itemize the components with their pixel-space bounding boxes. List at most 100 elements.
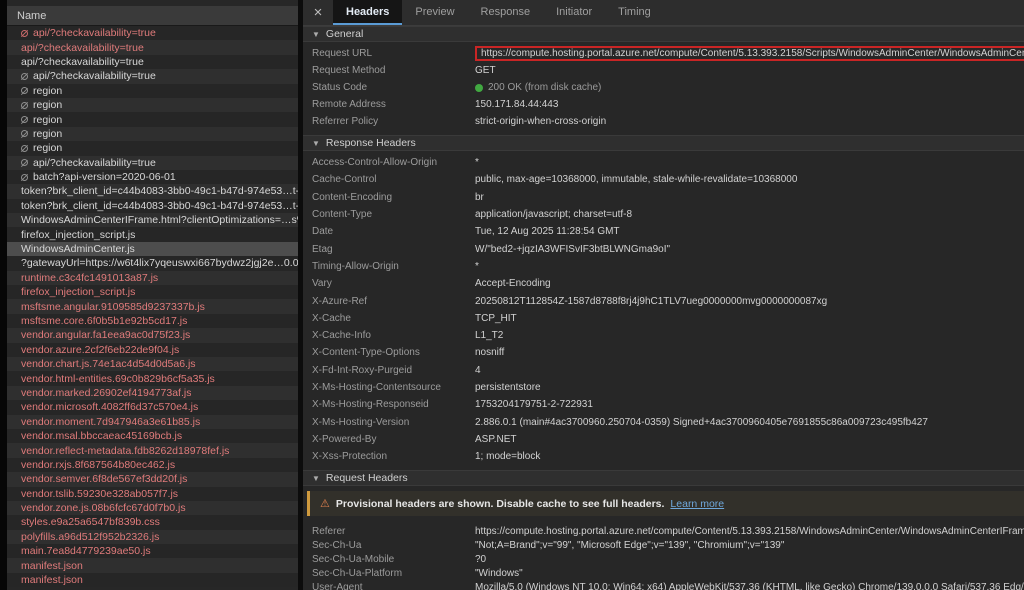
network-request-row[interactable]: vendor.angular.fa1eea9ac0d75f23.js: [7, 328, 298, 342]
header-name: Etag: [312, 244, 475, 255]
network-request-row[interactable]: vendor.msal.bbccaeac45169bcb.js: [7, 429, 298, 443]
network-request-row[interactable]: vendor.rxjs.8f687564b80ec462.js: [7, 458, 298, 472]
network-request-row[interactable]: token?brk_client_id=c44b4083-3bb0-49c1-b…: [7, 184, 298, 198]
network-request-row[interactable]: WindowsAdminCenterIFrame.html?clientOpti…: [7, 213, 298, 227]
network-request-row[interactable]: vendor.html-entities.69c0b829b6cf5a35.js: [7, 371, 298, 385]
header-value: 1; mode=block: [475, 451, 1024, 462]
header-name: X-Powered-By: [312, 434, 475, 445]
header-row: Request URL https://compute.hosting.port…: [303, 45, 1024, 62]
network-request-row[interactable]: api/?checkavailability=true: [7, 40, 298, 54]
network-request-row[interactable]: vendor.azure.2cf2f6eb22de9f04.js: [7, 343, 298, 357]
header-value: ?0: [475, 554, 1024, 565]
request-name-label: batch?api-version=2020-06-01: [33, 171, 176, 183]
header-value: public, max-age=10368000, immutable, sta…: [475, 174, 1024, 185]
network-request-row[interactable]: vendor.microsoft.4082ff6d37c570e4.js: [7, 400, 298, 414]
response-headers-section-header[interactable]: ▼ Response Headers: [303, 135, 1024, 151]
request-name-label: manifest.json: [21, 574, 83, 586]
blocked-request-icon: [21, 30, 28, 37]
header-value: nosniff: [475, 347, 1024, 358]
request-name-label: main.7ea8d4779239ae50.js: [21, 545, 151, 557]
network-request-row[interactable]: region: [7, 127, 298, 141]
details-tab[interactable]: Initiator: [543, 0, 605, 25]
response-header-rows: Access-Control-Allow-Origin * Cache-Cont…: [303, 151, 1024, 470]
blocked-request-icon: [21, 145, 28, 152]
network-request-row[interactable]: vendor.semver.6f8de567ef3dd20f.js: [7, 472, 298, 486]
header-row: Cache-Control public, max-age=10368000, …: [303, 171, 1024, 188]
request-name-label: WindowsAdminCenterIFrame.html?clientOpti…: [21, 214, 298, 226]
network-request-row[interactable]: ?gatewayUrl=https://w6t4lix7yqeuswxi667b…: [7, 256, 298, 270]
network-request-row[interactable]: batch?api-version=2020-06-01: [7, 170, 298, 184]
network-request-row[interactable]: vendor.marked.26902ef4194773af.js: [7, 386, 298, 400]
header-value: persistentstore: [475, 382, 1024, 393]
network-request-row[interactable]: manifest.json: [7, 558, 298, 572]
general-section-title: General: [326, 28, 363, 40]
header-row: Date Tue, 12 Aug 2025 11:28:54 GMT: [303, 223, 1024, 240]
network-request-row[interactable]: firefox_injection_script.js: [7, 285, 298, 299]
blocked-request-icon: [21, 102, 28, 109]
request-name-label: msftsme.core.6f0b5b1e92b5cd17.js: [21, 315, 187, 327]
network-request-row[interactable]: vendor.zone.js.08b6fcfc67d0f7b0.js: [7, 501, 298, 515]
network-request-row[interactable]: msftsme.core.6f0b5b1e92b5cd17.js: [7, 314, 298, 328]
network-request-row[interactable]: styles.e9a25a6547bf839b.css: [7, 515, 298, 529]
header-row: Status Code 200 OK (from disk cache): [303, 79, 1024, 96]
request-name-label: runtime.c3c4fc1491013a87.js: [21, 272, 158, 284]
provisional-headers-banner: ⚠ Provisional headers are shown. Disable…: [307, 491, 1024, 516]
header-value: https://compute.hosting.portal.azure.net…: [475, 46, 1024, 61]
header-row: Vary Accept-Encoding: [303, 275, 1024, 292]
network-request-row[interactable]: api/?checkavailability=true: [7, 26, 298, 40]
header-row: X-Azure-Ref 20250812T112854Z-1587d8788f8…: [303, 292, 1024, 309]
header-value: 4: [475, 365, 1024, 376]
header-name: X-Content-Type-Options: [312, 347, 475, 358]
network-request-row[interactable]: vendor.chart.js.74e1ac4d54d0d5a6.js: [7, 357, 298, 371]
details-tab[interactable]: Headers: [333, 0, 402, 25]
network-request-row[interactable]: manifest.json: [7, 573, 298, 587]
request-name-label: api/?checkavailability=true: [33, 27, 156, 39]
header-value: 150.171.84.44:443: [475, 99, 1024, 110]
network-request-row[interactable]: msftsme.angular.9109585d9237337b.js: [7, 299, 298, 313]
details-tab[interactable]: Response: [468, 0, 544, 25]
header-name: Cache-Control: [312, 174, 475, 185]
network-request-row[interactable]: vendor.tslib.59230e328ab057f7.js: [7, 487, 298, 501]
request-name-label: styles.e9a25a6547bf839b.css: [21, 516, 160, 528]
header-name: Content-Encoding: [312, 192, 475, 203]
network-request-row[interactable]: runtime.c3c4fc1491013a87.js: [7, 271, 298, 285]
network-request-row[interactable]: vendor.moment.7d947946a3e61b85.js: [7, 415, 298, 429]
header-value: 2.886.0.1 (main#4ac3700960.250704-0359) …: [475, 417, 1024, 428]
request-name-label: token?brk_client_id=c44b4083-3bb0-49c1-b…: [21, 185, 298, 197]
general-section-header[interactable]: ▼ General: [303, 26, 1024, 42]
request-name-label: vendor.microsoft.4082ff6d37c570e4.js: [21, 401, 198, 413]
network-request-row[interactable]: polyfills.a96d512f952b2326.js: [7, 530, 298, 544]
network-request-row[interactable]: firefox_injection_script.js: [7, 227, 298, 241]
network-request-row[interactable]: region: [7, 98, 298, 112]
request-name-label: vendor.reflect-metadata.fdb8262d18978fef…: [21, 445, 229, 457]
network-request-row[interactable]: region: [7, 84, 298, 98]
network-request-row[interactable]: api/?checkavailability=true: [7, 69, 298, 83]
learn-more-link[interactable]: Learn more: [670, 498, 724, 510]
network-request-row[interactable]: api/?checkavailability=true: [7, 156, 298, 170]
network-request-row[interactable]: WindowsAdminCenter.js: [7, 242, 298, 256]
request-name-label: region: [33, 85, 62, 97]
network-request-row[interactable]: main.7ea8d4779239ae50.js: [7, 544, 298, 558]
request-name-label: vendor.azure.2cf2f6eb22de9f04.js: [21, 344, 179, 356]
details-tab[interactable]: Preview: [402, 0, 467, 25]
header-value: "Windows": [475, 568, 1024, 579]
request-name-label: vendor.marked.26902ef4194773af.js: [21, 387, 191, 399]
network-request-row[interactable]: region: [7, 141, 298, 155]
network-request-row[interactable]: region: [7, 112, 298, 126]
header-name: Vary: [312, 278, 475, 289]
details-tab[interactable]: Timing: [605, 0, 664, 25]
header-name: Sec-Ch-Ua-Platform: [312, 568, 475, 579]
request-name-label: vendor.tslib.59230e328ab057f7.js: [21, 488, 178, 500]
request-headers-section-header[interactable]: ▼ Request Headers: [303, 470, 1024, 486]
header-row: Remote Address 150.171.84.44:443: [303, 96, 1024, 113]
blocked-request-icon: [21, 159, 28, 166]
network-request-row[interactable]: api/?checkavailability=true: [7, 55, 298, 69]
network-request-row[interactable]: vendor.reflect-metadata.fdb8262d18978fef…: [7, 443, 298, 457]
network-request-row[interactable]: token?brk_client_id=c44b4083-3bb0-49c1-b…: [7, 199, 298, 213]
header-name: Sec-Ch-Ua: [312, 540, 475, 551]
request-headers-section-title: Request Headers: [326, 472, 408, 484]
close-icon[interactable]: ×: [303, 0, 333, 25]
header-name: Content-Type: [312, 209, 475, 220]
name-column-header[interactable]: Name: [7, 6, 298, 26]
header-name: Remote Address: [312, 99, 475, 110]
